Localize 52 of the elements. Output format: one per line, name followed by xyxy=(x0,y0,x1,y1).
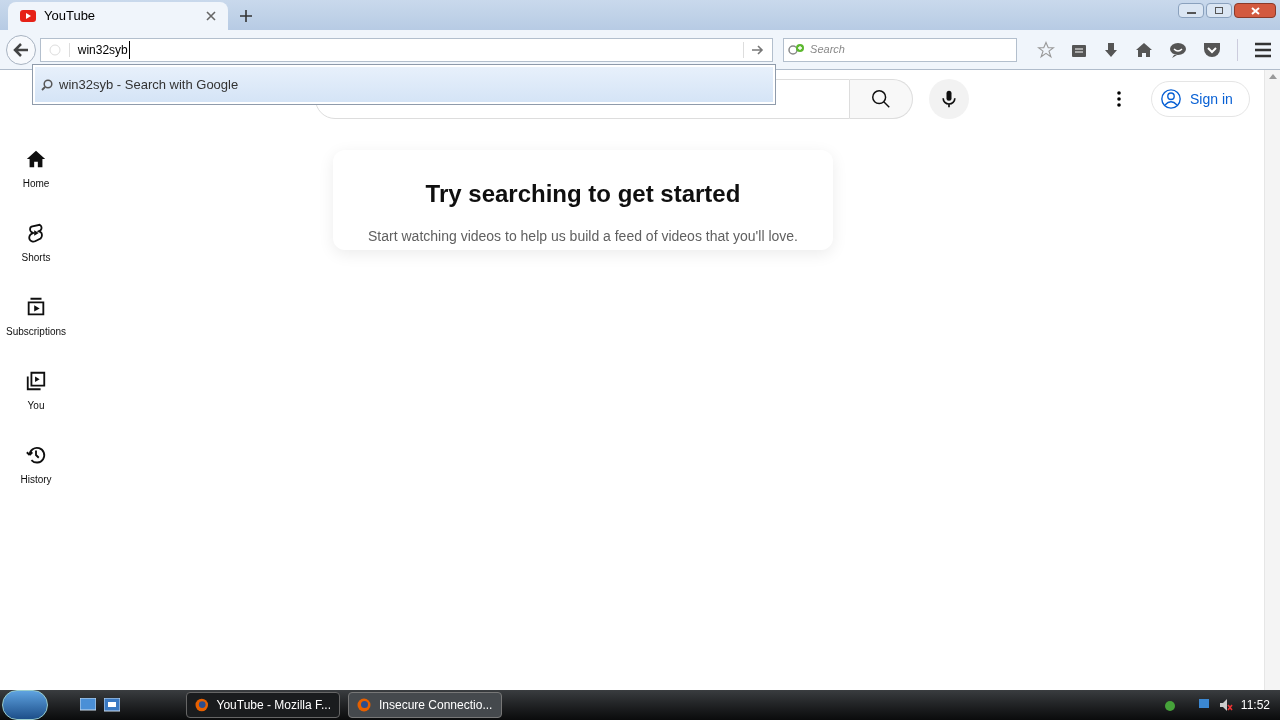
menu-icon[interactable] xyxy=(1254,41,1272,58)
history-icon xyxy=(25,444,47,466)
sidebar-item[interactable]: Subscriptions xyxy=(0,292,72,366)
download-icon[interactable] xyxy=(1103,41,1119,58)
browser-icon xyxy=(195,698,209,712)
minimize-button[interactable] xyxy=(1178,3,1204,18)
search-icon xyxy=(870,88,892,110)
card-title: Try searching to get started xyxy=(425,179,741,209)
clock: 11:52 xyxy=(1240,697,1270,714)
address-text: win32syb xyxy=(77,40,130,59)
close-icon[interactable] xyxy=(206,11,216,21)
video-library-icon xyxy=(25,370,47,392)
search-input: Search xyxy=(810,41,1012,58)
chat-icon[interactable] xyxy=(1169,41,1187,58)
muted-speaker-icon xyxy=(1218,698,1233,712)
video-logo-icon xyxy=(20,10,36,22)
sidebar-item[interactable]: Shorts xyxy=(0,218,72,292)
close-icon xyxy=(1250,6,1260,15)
scroll-up-icon[interactable] xyxy=(1268,74,1277,79)
taskbar-window-button[interactable]: YouTube - Mozilla F... xyxy=(186,692,340,718)
account-icon xyxy=(1160,88,1182,110)
taskbar-window-button[interactable]: Insecure Connectio... xyxy=(348,692,502,718)
card-text: Start watching videos to help us build a feed of videos that you'll love. xyxy=(368,227,798,246)
search-icon xyxy=(41,78,53,91)
pocket-icon[interactable] xyxy=(1203,41,1221,58)
sidebar-item[interactable]: You xyxy=(0,366,72,440)
new-tab-icon[interactable] xyxy=(240,10,252,22)
sidebar-item[interactable]: Home xyxy=(0,144,72,218)
search-button[interactable] xyxy=(850,79,913,119)
desktop-icon[interactable] xyxy=(80,698,96,712)
microphone-icon xyxy=(939,89,959,109)
suggestion-item[interactable]: win32syb - Search with Google xyxy=(35,67,773,102)
sidebar-item[interactable]: History xyxy=(0,440,72,514)
back-button[interactable] xyxy=(6,34,36,65)
windows-switch-icon[interactable] xyxy=(104,698,120,712)
subscriptions-icon xyxy=(25,296,47,318)
address-field[interactable]: win32syb xyxy=(39,37,774,62)
browser-icon xyxy=(357,698,371,712)
restore-button[interactable] xyxy=(1206,3,1232,18)
microphone-button[interactable] xyxy=(929,79,969,119)
go-arrow-icon[interactable] xyxy=(752,44,765,55)
home-icon xyxy=(25,148,47,170)
browser-tab[interactable]: YouTube xyxy=(8,2,228,30)
close-window-button[interactable] xyxy=(1234,3,1276,18)
star-icon[interactable] xyxy=(1037,40,1055,59)
more-options-icon[interactable] xyxy=(1117,91,1121,107)
search-engine-icon xyxy=(788,42,807,57)
search-field[interactable]: Search xyxy=(783,37,1017,62)
tab-title: YouTube xyxy=(44,7,97,26)
back-arrow-icon xyxy=(12,42,29,57)
start-button[interactable] xyxy=(2,690,48,720)
home-icon[interactable] xyxy=(1135,41,1153,58)
